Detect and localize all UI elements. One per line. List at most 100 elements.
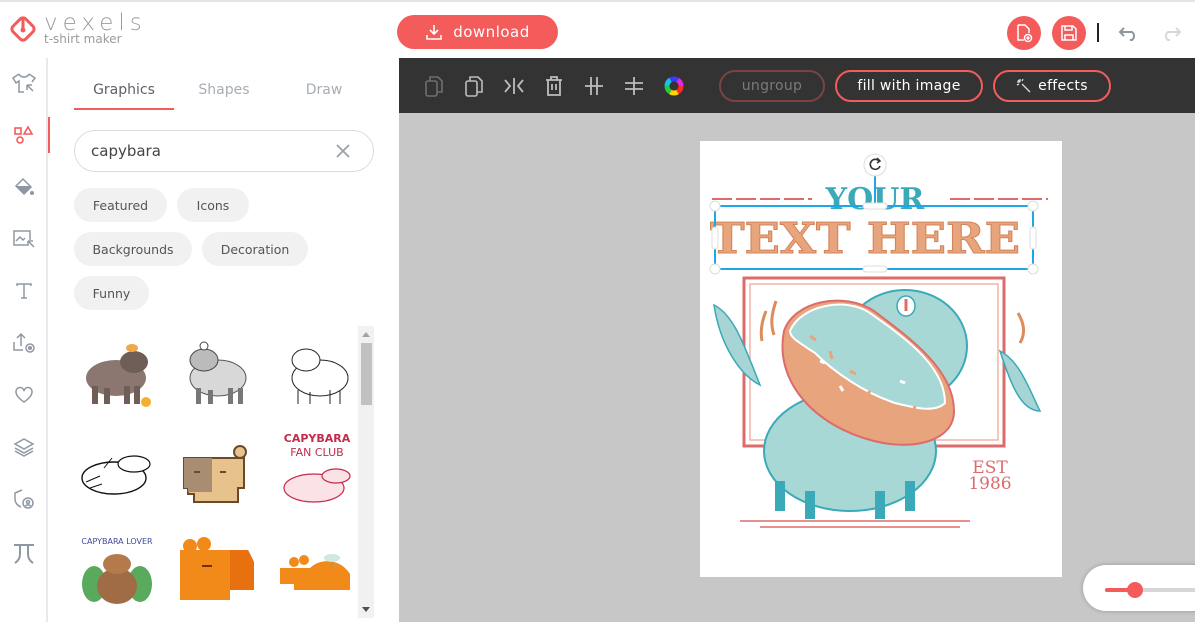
rotate-handle[interactable] [863,153,887,177]
result-capybara-lover[interactable]: CAPYBARA LOVER [74,528,160,614]
magic-wand-icon [1016,78,1031,93]
resize-handle-bottom [862,265,888,273]
results-scrollbar[interactable] [358,326,374,618]
tshirt-select-icon [11,73,37,93]
search-input[interactable] [91,142,321,160]
copy-button[interactable] [421,72,447,100]
resize-handle-br [1027,263,1039,275]
zoom-slider-track[interactable] [1105,582,1195,598]
tshirt-canvas[interactable]: YOUR TEXT HERE EST 1986 [700,141,1062,577]
sidebar-item-tshirt[interactable] [0,63,48,103]
center-vertical-button[interactable] [581,72,607,100]
results-grid: CAPYBARA FAN CLUB CAPYBARA LOVER [74,328,362,618]
resize-handle-right [1029,226,1037,250]
scroll-down-arrow-icon[interactable] [362,607,370,612]
artwork-text-main[interactable]: TEXT HERE [710,214,1021,264]
result-capybara-lying-sketch[interactable] [74,428,160,514]
fill-with-image-button[interactable]: fill with image [835,70,983,102]
zoom-slider-knob[interactable] [1127,582,1143,598]
color-wheel-icon [664,76,684,96]
copy-icon [425,76,443,97]
save-button[interactable] [1052,16,1086,50]
result-orange-capybara-head[interactable] [174,528,260,614]
duplicate-icon [465,76,483,97]
download-icon [426,25,443,40]
new-design-button[interactable] [1007,16,1041,50]
result-capybara-with-bird-and-orange[interactable] [74,328,160,414]
svg-text:FAN CLUB: FAN CLUB [290,446,343,459]
chip-featured[interactable]: Featured [74,188,167,222]
scroll-up-arrow-icon[interactable] [362,332,370,337]
search-box [74,130,374,172]
toolbar-divider [1097,23,1099,42]
leaf-left [713,303,762,387]
chip-decoration[interactable]: Decoration [202,232,308,266]
ungroup-button[interactable]: ungroup [719,70,825,102]
svg-text:CAPYBARA LOVER: CAPYBARA LOVER [81,537,153,546]
text-icon [16,283,32,299]
duplicate-button[interactable] [461,72,487,100]
layers-icon [13,438,35,457]
shield-user-icon [14,489,34,509]
center-horizontal-button[interactable] [621,72,647,100]
shapes-icon [14,125,34,144]
effects-label: effects [1038,78,1088,94]
trash-icon [546,76,562,96]
svg-text:CAPYBARA: CAPYBARA [284,432,351,445]
resize-handle-top [862,202,888,210]
heart-icon [15,386,33,403]
resize-handle-bl [709,263,721,275]
tab-draw[interactable]: Draw [274,78,374,110]
effects-button[interactable]: effects [993,70,1111,102]
chip-backgrounds[interactable]: Backgrounds [74,232,192,266]
tab-shapes[interactable]: Shapes [174,78,274,110]
sidebar-item-upload[interactable] [0,323,48,363]
sidebar-item-fill[interactable] [0,167,48,207]
undo-icon[interactable] [1118,22,1140,44]
scroll-thumb[interactable] [361,343,372,405]
artwork-year: 1986 [968,474,1011,494]
sidebar-item-text[interactable] [0,271,48,311]
pi-icon [14,544,34,564]
clear-search-icon[interactable] [335,143,351,159]
file-plus-icon [1017,24,1033,43]
result-capybara-line-art[interactable] [274,328,360,414]
download-button[interactable]: download [397,15,558,49]
graphics-panel: Graphics Shapes Draw Featured Icons Back… [50,58,398,622]
ground-lines [740,520,970,528]
result-pixel-capybara[interactable] [174,428,260,514]
flip-button[interactable] [501,72,527,100]
sidebar-item-image[interactable] [0,219,48,259]
sidebar-item-pi[interactable] [0,533,48,573]
redo-icon[interactable] [1160,22,1182,44]
sidebar-item-favorites[interactable] [0,375,48,415]
floppy-disk-icon [1061,25,1077,41]
design-workspace: ungroup fill with image effects YOUR TEX… [399,58,1195,622]
vexels-logo-icon [10,15,36,42]
sidebar-item-layers[interactable] [0,427,48,467]
design-artwork: YOUR TEXT HERE EST 1986 [709,153,1048,528]
leaf-right [998,349,1042,412]
delete-button[interactable] [541,72,567,100]
top-bar: vexels t-shirt maker download [0,0,1195,58]
flip-horizontal-icon [504,78,524,94]
resize-handle-left [711,226,719,250]
sidebar-item-account[interactable] [0,479,48,519]
paint-bucket-icon [14,177,34,196]
download-label: download [453,23,530,41]
chip-icons[interactable]: Icons [177,188,249,222]
result-capybara-sketch-gray[interactable] [174,328,260,414]
logo[interactable]: vexels t-shirt maker [8,12,147,45]
chip-funny[interactable]: Funny [74,276,149,310]
result-capybara-fan-club[interactable]: CAPYBARA FAN CLUB [274,428,360,514]
result-orange-capybara-with-bird[interactable] [274,528,360,614]
resize-handle-tl [709,200,721,212]
image-select-icon [13,230,35,248]
sidebar-item-graphics[interactable] [0,115,50,155]
panel-tabs: Graphics Shapes Draw [74,78,374,110]
align-vertical-icon [585,77,603,95]
tab-graphics[interactable]: Graphics [74,78,174,110]
resize-handle-tr [1027,200,1039,212]
color-picker-button[interactable] [661,72,687,100]
zoom-control [1083,565,1195,611]
